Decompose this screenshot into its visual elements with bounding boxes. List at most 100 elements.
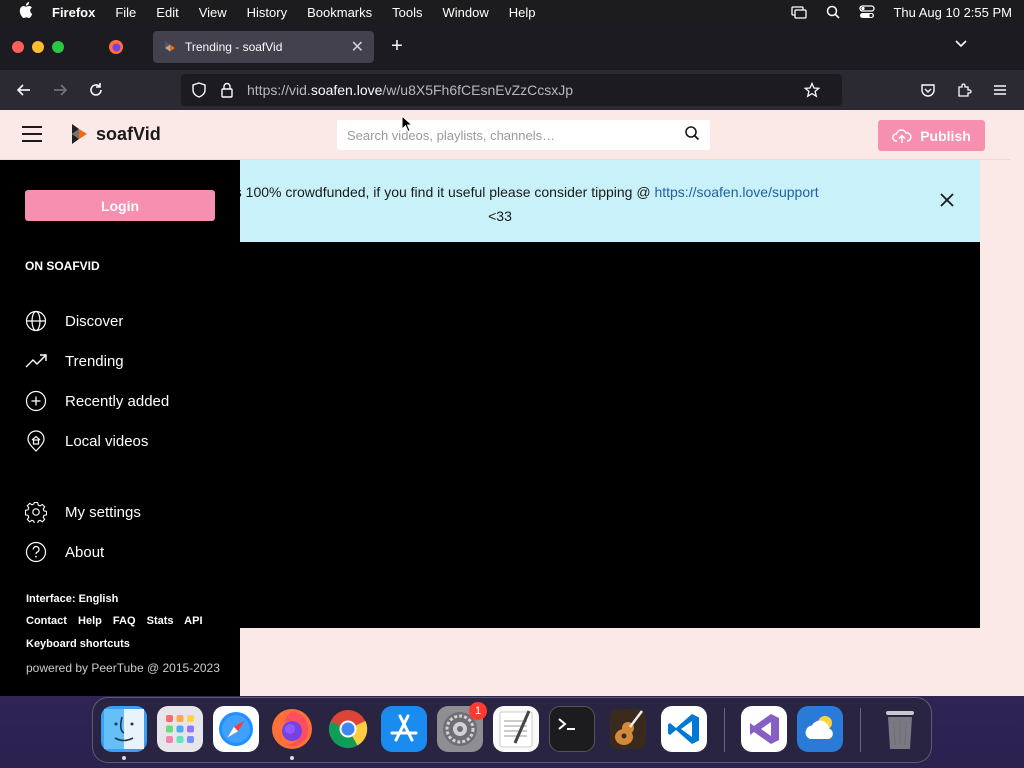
page-scrollbar[interactable] (1010, 110, 1024, 696)
search-icon[interactable] (684, 125, 700, 146)
crowdfunding-banner: soafVid is 100% crowdfunded, if you find… (240, 160, 980, 242)
interface-language-link[interactable]: Interface: English (26, 593, 118, 605)
tab-close-icon[interactable]: ✕ (351, 37, 364, 57)
publish-button[interactable]: Publish (878, 120, 985, 151)
sidebar-item-label: My settings (65, 503, 141, 521)
back-button[interactable] (12, 78, 36, 102)
search-box (337, 120, 710, 150)
sidebar-item-discover[interactable]: Discover (25, 310, 123, 332)
url-text: https://vid.soafen.love/w/u8X5Fh6fCEsnEv… (247, 82, 573, 98)
sidebar-item-my-settings[interactable]: My settings (25, 501, 141, 523)
banner-support-link[interactable]: https://soafen.love/support (654, 184, 818, 200)
pocket-icon (921, 84, 935, 97)
menu-edit[interactable]: Edit (156, 5, 178, 20)
footer-link-contact[interactable]: Contact (26, 615, 67, 627)
tracking-protection-shield-icon[interactable] (191, 82, 207, 98)
sidebar-item-trending[interactable]: Trending (25, 350, 124, 372)
sidebar: Login ON SOAFVID Discover Trending Recen… (0, 160, 240, 696)
url-bar[interactable]: https://vid.soafen.love/w/u8X5Fh6fCEsnEv… (181, 74, 842, 106)
safari-icon[interactable] (213, 706, 259, 752)
pocket-button[interactable] (916, 78, 940, 102)
site-header: soafVid Publish (0, 110, 1010, 160)
forward-arrow-icon (54, 84, 68, 96)
menu-history[interactable]: History (247, 5, 287, 20)
powered-by-text: powered by PeerTube @ 2015-2023 (26, 661, 220, 675)
search-input[interactable] (347, 127, 684, 143)
site-logo-text: soafVid (96, 123, 161, 144)
sidebar-item-about[interactable]: About (25, 541, 104, 563)
close-window-button[interactable] (12, 41, 24, 53)
menu-tools[interactable]: Tools (392, 5, 422, 20)
url-host: soafen.love (310, 82, 383, 98)
footer-link-faq[interactable]: FAQ (113, 615, 136, 627)
spotlight-search-icon[interactable] (825, 5, 841, 19)
tab-title: Trending - soafVid (185, 40, 283, 54)
sidebar-item-local-videos[interactable]: Local videos (25, 430, 148, 452)
video-player-area[interactable] (240, 242, 980, 628)
menu-window[interactable]: Window (443, 5, 489, 20)
site-logo[interactable]: soafVid (70, 123, 161, 145)
list-all-tabs-chevron-icon[interactable] (954, 36, 968, 52)
footer-link-stats[interactable]: Stats (147, 615, 174, 627)
pinned-tab-firefox[interactable] (96, 31, 136, 63)
system-settings-icon[interactable]: 1 (437, 702, 487, 752)
menu-view[interactable]: View (199, 5, 227, 20)
login-button[interactable]: Login (25, 190, 215, 221)
menubar-clock[interactable]: Thu Aug 10 2:55 PM (893, 5, 1012, 20)
sidebar-item-label: Discover (65, 312, 124, 330)
footer-link-api[interactable]: API (184, 615, 202, 627)
finder-running-indicator (122, 756, 126, 760)
minimize-window-button[interactable] (32, 41, 44, 53)
web-page: soafVid Publish Login ON SOAFVID Discove… (0, 110, 1010, 696)
plus-circle-icon (25, 390, 47, 412)
lock-icon[interactable] (219, 82, 235, 98)
extensions-button[interactable] (952, 78, 976, 102)
reload-button[interactable] (84, 78, 108, 102)
chrome-icon[interactable] (325, 706, 371, 752)
tab-bar: Trending - soafVid ✕ + (0, 24, 1024, 70)
banner-message: soafVid is 100% crowdfunded, if you find… (240, 184, 651, 200)
app-store-icon[interactable] (381, 706, 427, 752)
banner-text: soafVid is 100% crowdfunded, if you find… (240, 180, 920, 228)
weather-icon[interactable] (797, 706, 843, 752)
dock: 1 (92, 697, 932, 763)
navigation-toolbar: https://vid.soafen.love/w/u8X5Fh6fCEsnEv… (0, 70, 1024, 110)
bookmark-star-icon[interactable] (804, 82, 820, 98)
new-tab-button[interactable]: + (386, 35, 408, 58)
tab-trending[interactable]: Trending - soafVid ✕ (153, 31, 374, 63)
vscode-icon[interactable] (661, 706, 707, 752)
dock-separator (860, 708, 861, 752)
apple-icon[interactable] (12, 2, 40, 22)
screen-mirroring-icon[interactable] (791, 5, 808, 19)
mouse-cursor-icon (401, 115, 413, 133)
sidebar-item-recently-added[interactable]: Recently added (25, 390, 169, 412)
forward-button[interactable] (48, 78, 72, 102)
peertube-favicon-icon (163, 40, 177, 54)
menu-app-name[interactable]: Firefox (52, 5, 95, 20)
menu-help[interactable]: Help (509, 5, 536, 20)
textedit-icon[interactable] (493, 706, 539, 752)
sidebar-toggle-icon[interactable] (22, 126, 42, 144)
app-menu-button[interactable] (988, 78, 1012, 102)
terminal-icon[interactable] (549, 706, 595, 752)
firefox-running-indicator (290, 756, 294, 760)
keyboard-shortcuts-link[interactable]: Keyboard shortcuts (26, 638, 130, 650)
firefox-icon (109, 40, 123, 54)
footer-link-help[interactable]: Help (78, 615, 102, 627)
menu-bookmarks[interactable]: Bookmarks (307, 5, 372, 20)
banner-close-icon[interactable] (938, 191, 956, 209)
upload-cloud-icon (892, 128, 912, 143)
finder-icon[interactable] (101, 706, 147, 752)
zoom-window-button[interactable] (52, 41, 64, 53)
url-prefix: https://vid. (247, 82, 311, 98)
visual-studio-icon[interactable] (741, 706, 787, 752)
sidebar-item-label: Recently added (65, 392, 170, 410)
gear-icon (25, 501, 47, 523)
menu-file[interactable]: File (115, 5, 136, 20)
garageband-icon[interactable] (605, 706, 651, 752)
launchpad-icon[interactable] (157, 706, 203, 752)
control-center-icon[interactable] (859, 5, 876, 19)
trash-icon[interactable] (877, 706, 923, 752)
firefox-dock-icon[interactable] (269, 706, 315, 752)
publish-label: Publish (920, 127, 971, 144)
